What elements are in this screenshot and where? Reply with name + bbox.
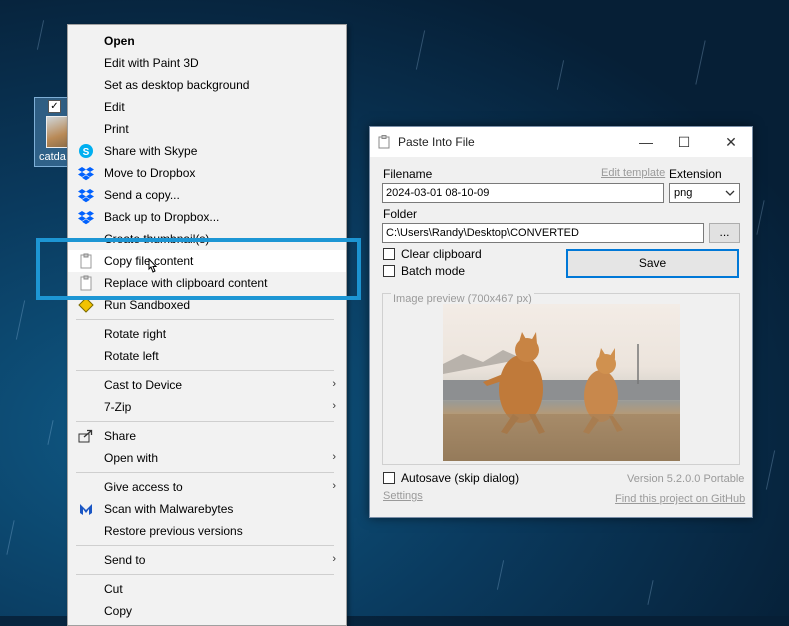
menu-item-rotate-right[interactable]: Rotate right [68,323,346,345]
extension-value: png [674,187,693,199]
menu-item-move-dropbox[interactable]: Move to Dropbox [68,162,346,184]
folder-label: Folder [383,207,418,221]
menu-item-open-with[interactable]: Open with › [68,447,346,469]
dropbox-icon [78,167,94,181]
filename-label: Filename [383,167,433,181]
menu-item-cut[interactable]: Cut [68,578,346,600]
menu-item-set-desktop-background[interactable]: Set as desktop background [68,74,346,96]
malwarebytes-icon [80,504,92,515]
extension-select[interactable]: png [669,183,740,203]
batch-mode-checkbox[interactable] [383,265,395,277]
highlight-box [36,238,361,300]
folder-input[interactable]: C:\Users\Randy\Desktop\CONVERTED [382,223,704,243]
browse-button[interactable]: ... [709,223,740,243]
menu-separator [76,421,334,422]
edit-template-link[interactable]: Edit template [601,167,665,179]
menu-separator [76,370,334,371]
autosave-checkbox[interactable] [383,472,395,484]
menu-separator [76,472,334,473]
maximize-button[interactable]: ☐ [673,131,695,153]
skype-icon: S [79,144,93,158]
menu-item-rotate-left[interactable]: Rotate left [68,345,346,367]
extension-label: Extension [669,167,722,181]
desktop-file-label: catda [39,151,66,163]
menu-item-7zip[interactable]: 7-Zip › [68,396,346,418]
menu-item-backup-dropbox[interactable]: Back up to Dropbox... [68,206,346,228]
menu-item-print[interactable]: Print [68,118,346,140]
clear-clipboard-label: Clear clipboard [401,247,482,261]
menu-item-copy[interactable]: Copy [68,600,346,622]
settings-link[interactable]: Settings [383,490,423,502]
chevron-right-icon: › [332,400,336,412]
github-link[interactable]: Find this project on GitHub [615,493,745,505]
clear-clipboard-checkbox[interactable] [383,248,395,260]
share-icon [78,429,93,443]
menu-item-send-to[interactable]: Send to › [68,549,346,571]
save-button[interactable]: Save [566,249,739,278]
image-preview-group: Image preview (700x467 px) [382,293,740,465]
dropbox-icon [78,189,94,203]
menu-item-open[interactable]: Open [68,30,346,52]
close-button[interactable]: ✕ [720,131,742,153]
dropbox-icon [78,211,94,225]
version-text: Version 5.2.0.0 Portable [627,473,745,485]
menu-separator [76,319,334,320]
menu-item-edit[interactable]: Edit [68,96,346,118]
batch-mode-label: Batch mode [401,264,466,278]
chevron-right-icon: › [332,451,336,463]
clipboard-icon [378,135,390,149]
minimize-button[interactable]: — [635,131,657,153]
menu-item-send-copy[interactable]: Send a copy... [68,184,346,206]
chevron-right-icon: › [332,553,336,565]
selection-checkbox[interactable]: ✓ [48,100,61,113]
menu-separator [76,574,334,575]
chevron-right-icon: › [332,480,336,492]
mouse-cursor-icon [148,257,158,273]
chevron-down-icon [725,190,735,196]
window-title: Paste Into File [398,135,475,149]
chevron-right-icon: › [332,378,336,390]
menu-item-edit-paint3d[interactable]: Edit with Paint 3D [68,52,346,74]
menu-item-share-skype[interactable]: S Share with Skype [68,140,346,162]
paste-into-file-dialog: Paste Into File — ☐ ✕ Filename Edit temp… [369,126,753,518]
cats-photo [443,332,680,461]
menu-item-restore-versions[interactable]: Restore previous versions [68,520,346,542]
menu-item-give-access[interactable]: Give access to › [68,476,346,498]
title-bar: Paste Into File — ☐ ✕ [370,127,752,157]
svg-text:S: S [83,147,90,158]
menu-item-scan-malwarebytes[interactable]: Scan with Malwarebytes [68,498,346,520]
menu-item-share[interactable]: Share [68,425,346,447]
filename-input[interactable]: 2024-03-01 08-10-09 [382,183,664,203]
autosave-label: Autosave (skip dialog) [401,471,520,485]
menu-item-cast-to-device[interactable]: Cast to Device › [68,374,346,396]
image-preview [443,304,680,461]
menu-separator [76,545,334,546]
context-menu: Open Edit with Paint 3D Set as desktop b… [67,24,347,626]
